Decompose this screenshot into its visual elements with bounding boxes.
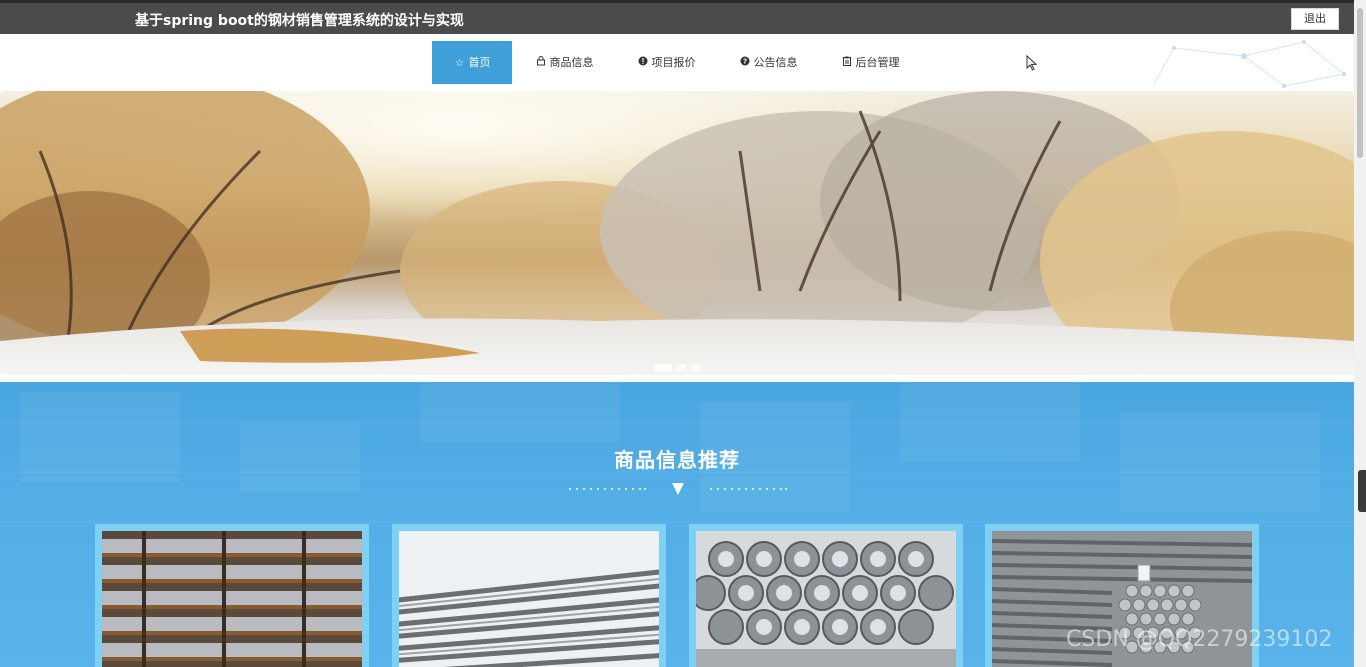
question-circle-icon: ? [739, 42, 751, 85]
nav-home[interactable]: ☆ 首页 [432, 41, 512, 84]
nav-products[interactable]: 商品信息 [524, 41, 604, 84]
network-decoration [1153, 40, 1346, 88]
product-recommend-section: 商品信息推荐 [0, 382, 1354, 667]
site-title: 基于spring boot的钢材销售管理系统的设计与实现 [135, 13, 464, 29]
banner-dot-3[interactable] [691, 364, 700, 371]
top-title-bar: 基于spring boot的钢材销售管理系统的设计与实现 退出 [0, 0, 1354, 34]
nav-quotation-label: 项目报价 [651, 56, 696, 69]
section-divider [569, 483, 787, 495]
clipboard-icon [841, 42, 853, 85]
nav-notices-label: 公告信息 [753, 56, 798, 69]
info-circle-icon [637, 42, 649, 85]
nav-home-label: 首页 [468, 56, 491, 69]
wire-coil-photo [696, 531, 956, 667]
page-scrollbar[interactable] [1354, 0, 1366, 667]
scrollbar-thumb[interactable] [1357, 8, 1363, 158]
rebar-bundle-photo [399, 531, 659, 667]
nav-products-label: 商品信息 [549, 56, 594, 69]
product-card-2[interactable] [392, 524, 666, 667]
banner-dot-1[interactable] [654, 364, 672, 371]
svg-text:?: ? [742, 58, 746, 66]
bag-icon [535, 42, 547, 85]
watermark-text: CSDN @QQ2279239102 [1066, 627, 1333, 652]
banner-dot-2[interactable] [677, 364, 686, 371]
nav-notices[interactable]: ? 公告信息 [728, 41, 808, 84]
product-card-1[interactable] [95, 524, 369, 667]
product-card-3[interactable] [689, 524, 963, 667]
nav-admin-label: 后台管理 [855, 56, 900, 69]
logout-button[interactable]: 退出 [1291, 8, 1339, 30]
section-title: 商品信息推荐 [614, 448, 740, 472]
hero-banner[interactable] [0, 91, 1354, 375]
mouse-cursor-icon [1026, 55, 1038, 71]
side-widget-handle[interactable] [1358, 470, 1366, 512]
steel-tube-rack-photo [102, 531, 362, 667]
snowy-forest-photo [0, 91, 1354, 375]
star-icon: ☆ [455, 58, 464, 69]
nav-quotation[interactable]: 项目报价 [626, 41, 706, 84]
main-nav: ☆ 首页 商品信息 项目报价 ? 公告信息 后台管理 [0, 34, 1354, 90]
nav-admin[interactable]: 后台管理 [830, 41, 910, 84]
